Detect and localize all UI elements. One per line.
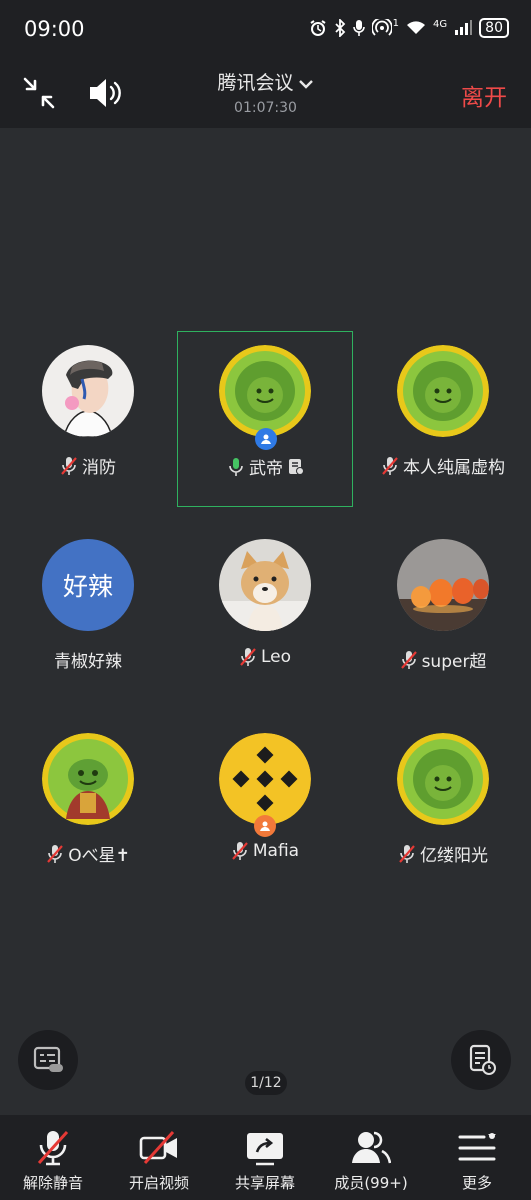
- avatar: [42, 733, 134, 825]
- notes-button[interactable]: [451, 1030, 511, 1090]
- participant-tile-active[interactable]: 武帝: [177, 331, 353, 507]
- signal-superscript: 1: [392, 17, 400, 29]
- participant-name-row: 亿缕阳光: [355, 841, 531, 866]
- more-menu-icon: [458, 1133, 496, 1161]
- participant-name-row: 青椒好辣: [0, 647, 176, 672]
- document-icon: [289, 458, 304, 475]
- participant-name: 消防: [82, 458, 116, 478]
- mic-muted-icon: [400, 650, 417, 669]
- mic-icon: [352, 20, 365, 36]
- page-indicator: 1/12: [245, 1071, 287, 1095]
- participant-tile[interactable]: Mafia: [177, 719, 353, 895]
- participant-name: super超: [421, 652, 487, 672]
- hotspot-icon: [371, 19, 392, 36]
- host-badge: [255, 428, 277, 450]
- avatar: [219, 539, 311, 631]
- user-icon: [261, 434, 271, 444]
- unmute-button[interactable]: 解除静音: [0, 1115, 106, 1200]
- participant-tile[interactable]: super超: [355, 525, 531, 701]
- participant-name: Leo: [260, 647, 292, 667]
- avatar: [397, 539, 489, 631]
- leave-button[interactable]: 离开: [461, 78, 507, 112]
- avatar: [219, 733, 311, 825]
- participant-name: Oべ星✝: [68, 846, 130, 866]
- host-badge: [254, 815, 276, 837]
- participant-name: 亿缕阳光: [420, 846, 488, 866]
- participant-name: 本人纯属虚构: [403, 458, 505, 478]
- user-icon: [260, 821, 270, 831]
- share-screen-icon: [247, 1133, 283, 1166]
- mic-muted-icon: [240, 648, 256, 666]
- mic-muted-icon: [382, 456, 398, 475]
- participant-tile[interactable]: 好辣 青椒好辣: [0, 525, 176, 701]
- mic-muted-icon: [61, 456, 77, 475]
- more-button[interactable]: 更多: [424, 1115, 530, 1200]
- members-button[interactable]: 成员(99+): [318, 1115, 424, 1200]
- network-type: 4G: [433, 18, 448, 30]
- share-screen-button[interactable]: 共享屏幕: [212, 1115, 318, 1200]
- alarm-icon: [310, 20, 326, 36]
- participant-name-row: Leo: [177, 647, 353, 667]
- participant-tile[interactable]: 亿缕阳光: [355, 719, 531, 895]
- mic-active-icon: [229, 457, 243, 476]
- avatar: 好辣: [42, 539, 134, 631]
- participant-tile[interactable]: 消防: [0, 331, 176, 507]
- members-label: 成员(99+): [334, 1174, 408, 1192]
- bluetooth-icon: [335, 19, 345, 37]
- wifi-icon: [407, 21, 426, 34]
- chevron-down-icon: [298, 79, 313, 89]
- participant-name-row: 消防: [0, 453, 176, 478]
- status-bar: 09:00 1 4G 80: [0, 0, 531, 60]
- meeting-header: 腾讯会议 01:07:30 离开: [0, 60, 531, 128]
- meeting-title-text: 腾讯会议: [217, 72, 294, 94]
- meeting-title[interactable]: 腾讯会议: [0, 68, 531, 95]
- participant-name-row: 武帝: [178, 454, 354, 479]
- members-icon: [352, 1131, 391, 1164]
- participant-tile[interactable]: Leo: [177, 525, 353, 701]
- participant-name: 青椒好辣: [54, 652, 122, 672]
- meeting-timer: 01:07:30: [234, 100, 297, 116]
- video-label: 开启视频: [128, 1174, 189, 1192]
- video-off-icon: [139, 1130, 177, 1165]
- mic-muted-icon: [47, 844, 64, 863]
- avatar: [42, 345, 134, 437]
- chat-button[interactable]: [18, 1030, 78, 1090]
- participant-name-row: super超: [355, 647, 531, 672]
- mic-muted-icon: [232, 842, 248, 860]
- document-icon: [469, 1044, 496, 1075]
- participant-tile[interactable]: 本人纯属虚构: [355, 331, 531, 507]
- participant-name: Mafia: [252, 841, 300, 861]
- avatar: [219, 345, 311, 437]
- participant-name-row: 本人纯属虚构: [355, 453, 531, 478]
- unmute-label: 解除静音: [22, 1174, 83, 1192]
- chat-icon: [33, 1046, 63, 1072]
- bottom-toolbar: 解除静音 开启视频 共享屏幕 成员(99+) 更多: [0, 1115, 531, 1200]
- avatar: [397, 733, 489, 825]
- avatar-text: 好辣: [62, 572, 113, 601]
- share-screen-label: 共享屏幕: [234, 1174, 295, 1192]
- status-time: 09:00: [24, 17, 85, 41]
- mic-muted-icon: [399, 844, 415, 863]
- video-button[interactable]: 开启视频: [106, 1115, 212, 1200]
- status-icons: 1 4G 80: [309, 18, 509, 38]
- participant-name-row: Oべ星✝: [0, 841, 176, 866]
- participant-name: 武帝: [249, 459, 283, 479]
- more-label: 更多: [461, 1174, 492, 1192]
- participant-tile[interactable]: Oべ星✝: [0, 719, 176, 895]
- participant-name-row: Mafia: [177, 841, 353, 861]
- avatar: [397, 345, 489, 437]
- battery-icon: 80: [479, 18, 509, 38]
- cell-signal-icon: [455, 20, 473, 35]
- mic-muted-icon: [37, 1130, 69, 1166]
